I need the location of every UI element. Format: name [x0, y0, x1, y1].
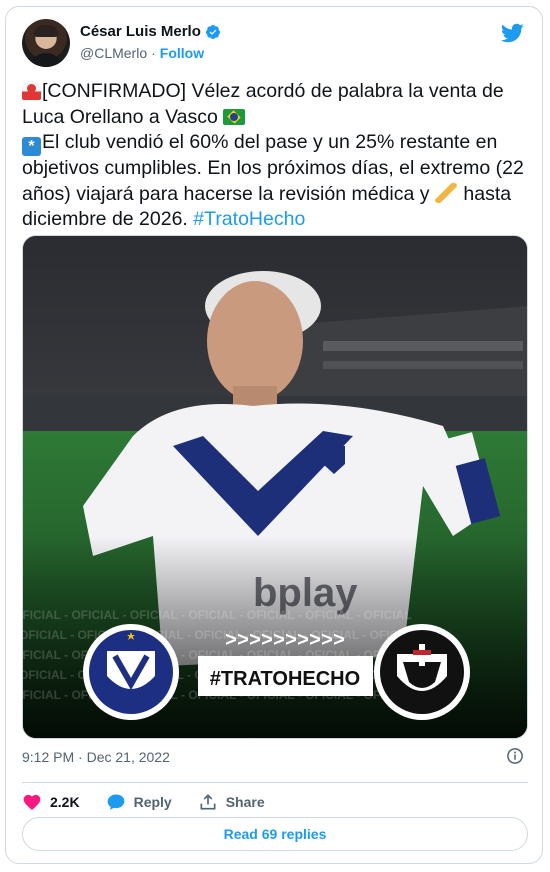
tweet-line-5-end: hasta	[463, 182, 512, 205]
author-handle[interactable]: @CLMerlo	[80, 45, 147, 61]
tweet-line-6: diciembre de 2026.	[22, 208, 188, 230]
tweet-text: [CONFIRMADO] Vélez acordó de palabra la …	[22, 79, 528, 233]
velez-crest-icon	[83, 624, 179, 720]
tweet-date: Dec 21, 2022	[86, 749, 170, 765]
reply-bubble-icon	[107, 794, 124, 810]
writing-hand-emoji	[434, 182, 457, 203]
tweet-line-3: El club vendió el 60% del pase y un 25% …	[42, 131, 498, 153]
watermark-row-1: OFICIAL - OFICIAL - OFICIAL - OFICIAL - …	[23, 608, 412, 622]
arrows-graphic: >>>>>>>>>>	[225, 630, 345, 653]
tweet-line-1: [CONFIRMADO] Vélez acordó de palabra la …	[42, 80, 504, 102]
watermark-row-2: OFICIAL - OFICIAL - OFICIAL - OFICIAL - …	[23, 628, 418, 642]
tweet-timestamp[interactable]: 9:12 PM · Dec 21, 2022	[22, 749, 170, 765]
verified-badge-icon	[205, 24, 220, 39]
brazil-flag-emoji	[223, 108, 246, 125]
footer-divider	[22, 782, 528, 783]
vasco-crest-icon	[374, 624, 470, 720]
handle-separator: ·	[151, 45, 156, 61]
banner-text: #TRATOHECHO	[210, 668, 360, 690]
author-avatar[interactable]	[22, 19, 70, 67]
asterisk-emoji: *	[22, 137, 41, 156]
share-label: Share	[225, 794, 265, 810]
tweet-card: César Luis Merlo @CLMerlo · Follow [CONF…	[5, 6, 543, 864]
author-name[interactable]: César Luis Merlo	[80, 23, 201, 40]
info-icon[interactable]	[506, 747, 524, 765]
media-illustration: bplay OFICIAL - OFICIAL - OFICIAL - OFIC…	[23, 236, 527, 738]
read-replies-button[interactable]: Read 69 replies	[22, 817, 528, 851]
reply-button[interactable]: Reply	[106, 792, 172, 812]
reply-label: Reply	[133, 794, 172, 810]
twitter-bird-icon[interactable]	[500, 21, 524, 45]
tweet-line-4: objetivos cumplibles. En los próximos dí…	[22, 157, 524, 179]
like-count: 2.2K	[50, 794, 80, 810]
rotating-light-emoji	[22, 81, 41, 100]
tweet-line-2: Luca Orellano a Vasco	[22, 105, 218, 128]
like-button[interactable]: 2.2K	[22, 792, 80, 812]
timestamp-separator: ·	[78, 749, 83, 765]
follow-button[interactable]: Follow	[160, 45, 204, 61]
author-name-row: César Luis Merlo	[80, 23, 221, 40]
author-handle-row: @CLMerlo · Follow	[80, 45, 204, 61]
share-icon	[200, 794, 216, 810]
hashtag-link[interactable]: #TratoHecho	[193, 208, 305, 230]
share-button[interactable]: Share	[198, 792, 265, 812]
heart-icon	[23, 794, 41, 810]
tweet-time: 9:12 PM	[22, 749, 75, 765]
tweet-media-image[interactable]: bplay OFICIAL - OFICIAL - OFICIAL - OFIC…	[22, 235, 528, 739]
tweet-actions: 2.2K Reply Share	[22, 788, 265, 816]
tweet-line-5: años) viajará para hacerse la revisión m…	[22, 182, 430, 205]
